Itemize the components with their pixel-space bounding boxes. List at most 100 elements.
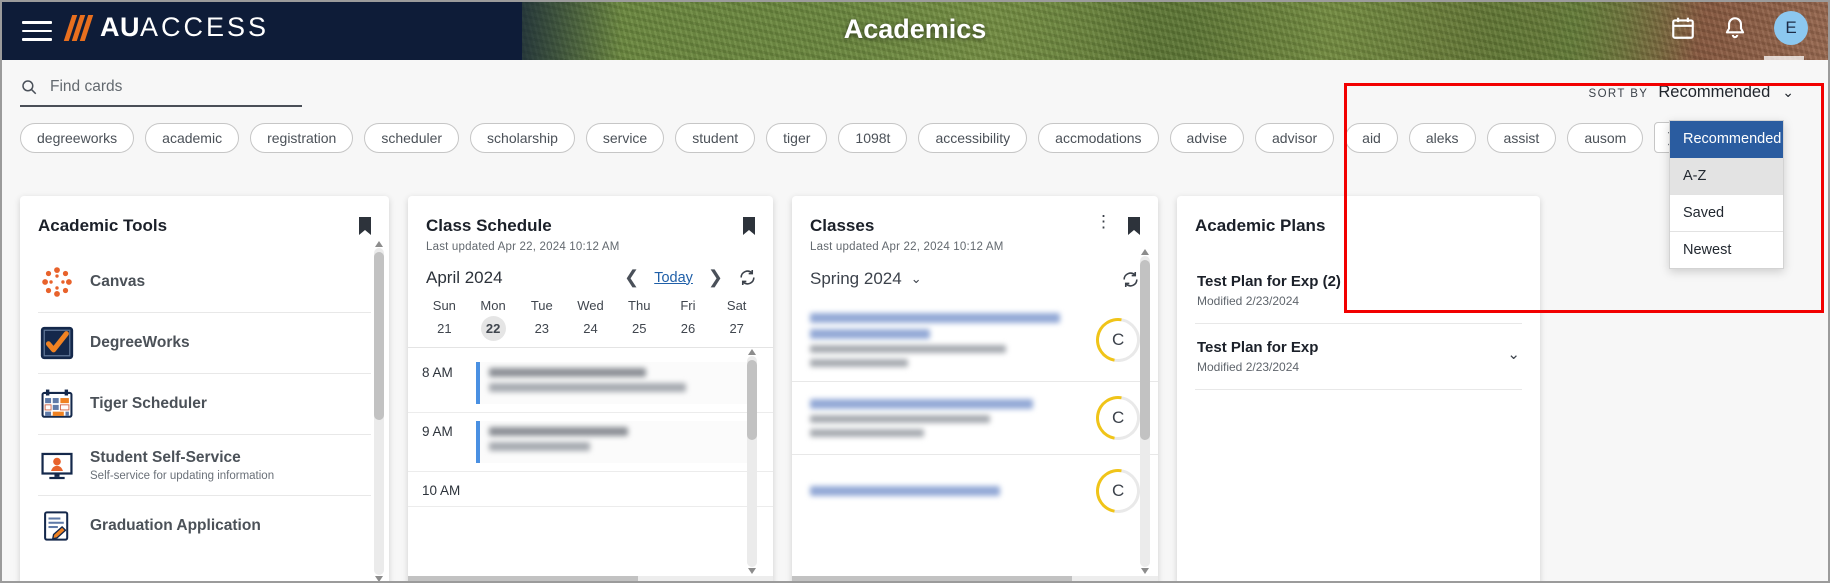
list-item[interactable]: Graduation Application [38,496,371,556]
scrollbar-thumb[interactable] [1140,260,1150,440]
sort-option-recommended[interactable]: Recommended [1670,121,1783,158]
class-list: C C [792,299,1158,527]
scrollbar-vertical[interactable] [747,356,757,567]
redacted-text [489,442,590,451]
filter-chip[interactable]: accessibility [918,123,1027,153]
day-cell[interactable]: Fri 26 [664,298,713,341]
time-slot-list: 8 AM 9 AM 10 AM [408,354,773,507]
list-item[interactable]: Tiger Scheduler [38,374,371,435]
scroll-down-arrow-icon[interactable] [375,576,383,581]
calendar-month: April 2024 [426,268,503,288]
scrollbar-thumb[interactable] [408,576,638,581]
notification-bell-icon[interactable] [1722,15,1748,41]
filter-chip[interactable]: scholarship [470,123,575,153]
scrollbar-horizontal[interactable] [792,576,1158,581]
today-button[interactable]: Today [654,270,693,286]
list-item[interactable]: Test Plan for Exp (2) Modified 2/23/2024 [1195,258,1522,324]
day-cell-selected[interactable]: Mon 22 [469,298,518,341]
day-name: Sat [712,298,761,313]
search-bar[interactable] [20,78,302,107]
day-name: Wed [566,298,615,313]
tool-name: Graduation Application [90,517,261,535]
filter-chip[interactable]: service [586,123,664,153]
bookmark-icon[interactable] [741,216,757,236]
filter-chip[interactable]: degreeworks [20,123,134,153]
scrollbar-vertical[interactable] [1140,256,1150,567]
filter-chip[interactable]: tiger [766,123,827,153]
scroll-up-arrow-icon[interactable] [748,347,756,355]
day-cell[interactable]: Tue 23 [517,298,566,341]
filter-chip[interactable]: advise [1170,123,1244,153]
scroll-down-arrow-icon[interactable] [748,568,756,576]
scrollbar-horizontal[interactable] [408,576,773,581]
day-cell[interactable]: Sat 27 [712,298,761,341]
scrollbar-thumb[interactable] [792,576,1072,581]
chevron-right-icon[interactable]: ❯ [708,267,723,288]
filter-chip[interactable]: academic [145,123,239,153]
sort-option-saved[interactable]: Saved [1670,195,1783,232]
tool-description: Self-service for updating information [90,470,274,482]
filter-chip[interactable]: aleks [1409,123,1476,153]
redacted-text [810,345,1006,353]
chevron-left-icon[interactable]: ❮ [624,267,639,288]
calendar-nav: April 2024 ❮ Today ❯ [408,253,773,288]
redacted-text [810,486,1000,496]
day-name: Tue [517,298,566,313]
term-selector[interactable]: Spring 2024 ⌄ [792,253,940,289]
calendar-icon[interactable] [1670,15,1696,41]
list-item[interactable]: Test Plan for Exp Modified 2/23/2024 ⌄ [1195,324,1522,390]
filter-chip[interactable]: ausom [1567,123,1643,153]
list-item[interactable]: Student Self-Service Self-service for up… [38,435,371,496]
list-item[interactable]: DegreeWorks [38,313,371,374]
filter-chip[interactable]: registration [250,123,353,153]
filter-chip[interactable]: student [675,123,755,153]
redacted-text [489,427,628,436]
filter-chip[interactable]: scheduler [364,123,459,153]
filter-chip[interactable]: advisor [1255,123,1334,153]
app-window: AUACCESS Academics E [0,0,1830,583]
list-item[interactable]: C [792,455,1158,527]
day-cell[interactable]: Sun 21 [420,298,469,341]
scroll-up-arrow-icon[interactable] [1141,247,1149,255]
card-classes: Classes Last updated Apr 22, 2024 10:12 … [792,196,1158,581]
sort-option-newest[interactable]: Newest [1670,232,1783,268]
day-number: 21 [432,316,457,341]
day-name: Fri [664,298,713,313]
day-number: 23 [529,316,554,341]
scroll-up-arrow-icon[interactable] [375,239,383,247]
day-cell[interactable]: Wed 24 [566,298,615,341]
scrollbar-thumb[interactable] [374,252,384,420]
sort-by-control[interactable]: SORT BY Recommended ⌄ [1589,83,1795,102]
grade-value: C [1112,408,1124,428]
schedule-event-redacted[interactable] [476,362,751,404]
filter-chip[interactable]: assist [1487,123,1557,153]
scrollbar-thumb[interactable] [747,360,757,440]
day-cell[interactable]: Thu 25 [615,298,664,341]
more-options-icon[interactable]: ⋮ [1095,216,1112,228]
chevron-down-icon[interactable]: ⌄ [1507,339,1520,363]
refresh-icon[interactable] [1121,270,1140,289]
bookmark-icon[interactable] [357,216,373,236]
schedule-event-redacted[interactable] [476,421,751,463]
bookmark-icon[interactable] [1126,216,1142,236]
filter-chip[interactable]: 1098t [838,123,907,153]
time-slot: 10 AM [408,472,773,507]
plan-list: Test Plan for Exp (2) Modified 2/23/2024… [1195,258,1522,390]
time-slot: 9 AM [408,413,773,472]
list-item[interactable]: C [792,299,1158,382]
list-item[interactable]: Canvas [38,252,371,313]
scroll-down-arrow-icon[interactable] [1141,568,1149,576]
refresh-icon[interactable] [738,268,757,287]
redacted-text [810,329,930,339]
redacted-text [810,313,1060,323]
list-item[interactable]: C [792,382,1158,455]
filter-chip[interactable]: aid [1345,123,1398,153]
user-monitor-icon [40,448,74,482]
filter-chip[interactable]: accmodations [1038,123,1158,153]
scrollbar-vertical[interactable] [374,248,384,575]
canvas-logo-icon [40,265,74,299]
chevron-down-icon: ⌄ [1782,84,1794,101]
search-input[interactable] [50,78,302,96]
avatar[interactable]: E [1774,11,1808,45]
sort-option-a-z[interactable]: A-Z [1670,158,1783,195]
